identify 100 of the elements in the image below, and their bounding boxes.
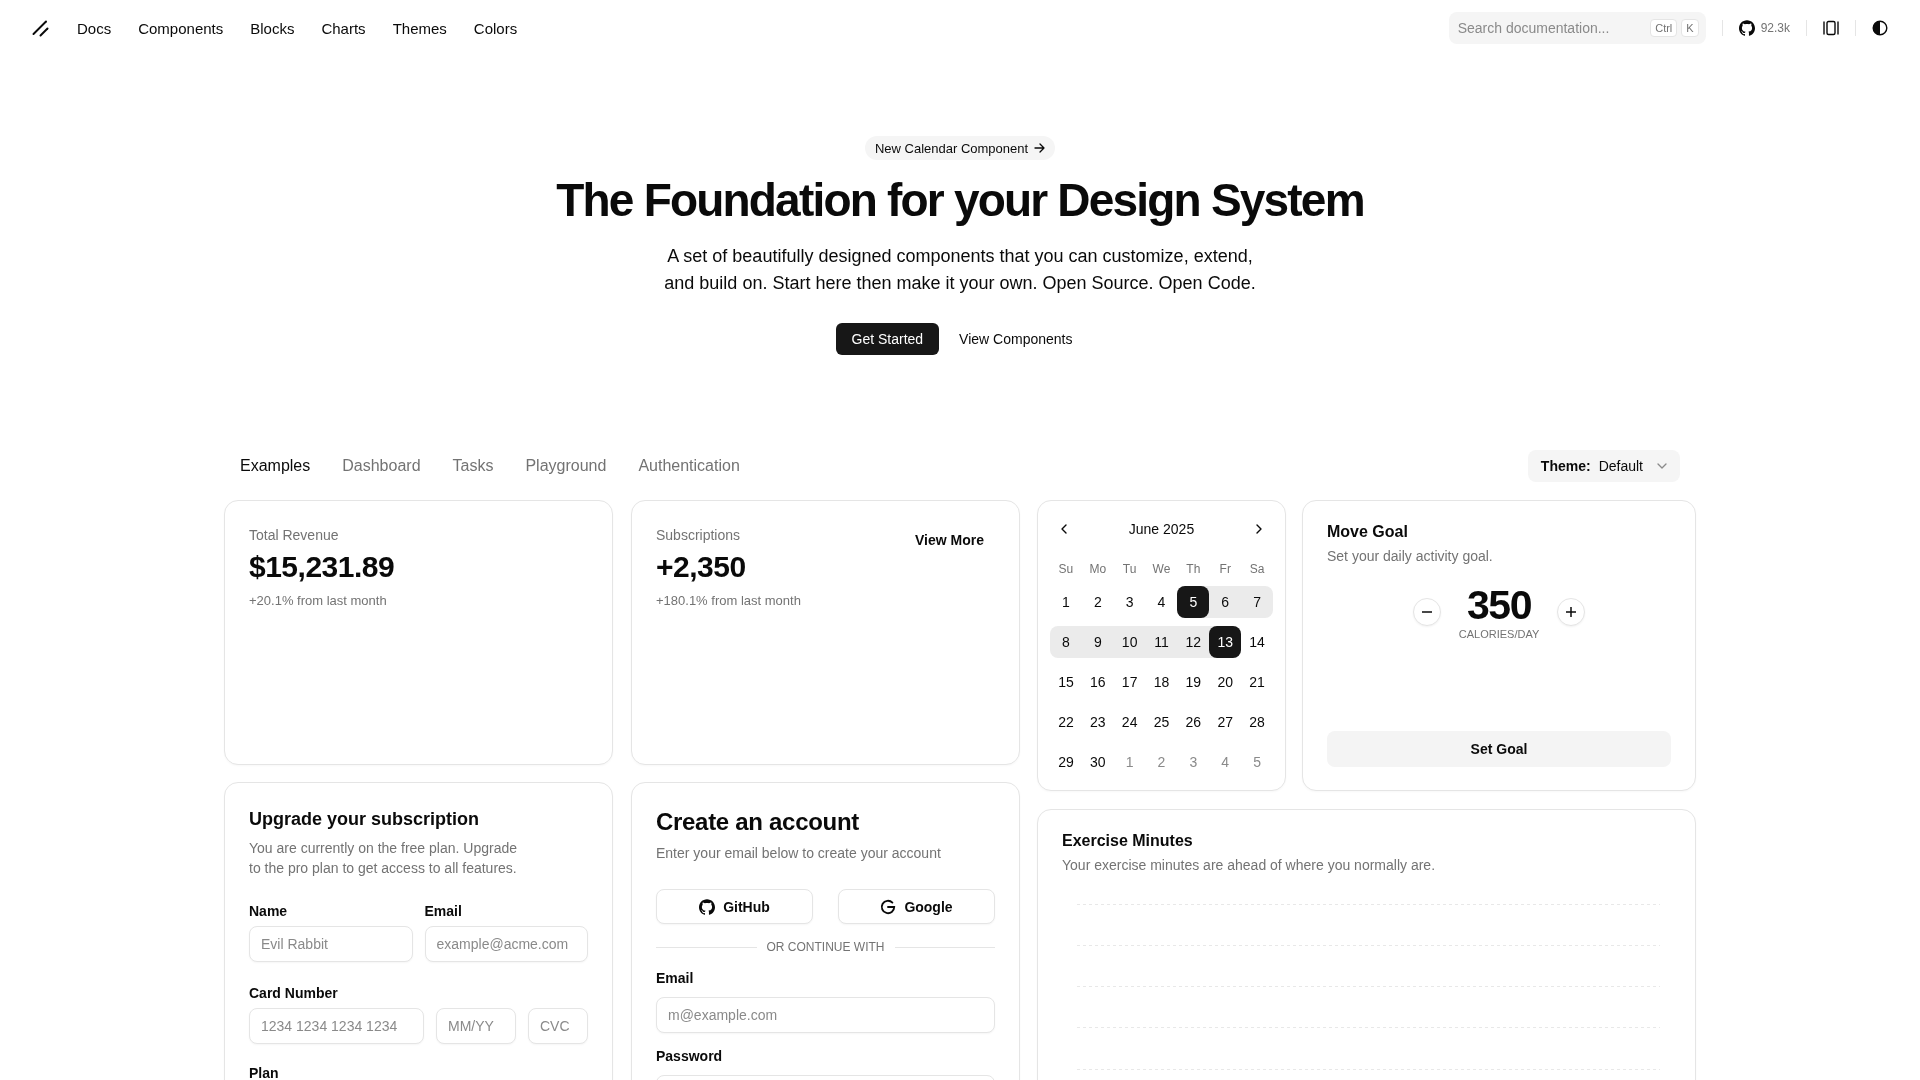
calendar-day[interactable]: 25 (1145, 706, 1178, 738)
google-button[interactable]: Google (838, 889, 995, 924)
chevron-down-icon (1657, 463, 1667, 469)
calendar-day[interactable]: 14 (1241, 626, 1273, 658)
view-components-button[interactable]: View Components (947, 323, 1085, 355)
tab[interactable]: Authentication (622, 451, 756, 481)
card-description: Enter your email below to create your account (656, 844, 942, 863)
input-field[interactable]: example@acme.com (424, 926, 588, 962)
tab[interactable]: Tasks (436, 451, 510, 481)
goal-unit: CALORIES/DAY (1458, 627, 1540, 641)
stat-value: $15,231.89 (249, 549, 396, 585)
shortcut-key: K (1681, 19, 1699, 37)
theme-select[interactable]: Theme: Default (1527, 450, 1680, 482)
slashes-logo-icon[interactable] (32, 19, 49, 37)
get-started-button[interactable]: Get Started (835, 323, 940, 355)
calendar-day[interactable]: 3 (1113, 586, 1146, 618)
hero-title: The Foundation for your Design System (556, 175, 1364, 226)
calendar-day[interactable]: 5 (1241, 746, 1273, 778)
shortcut-key: Ctrl (1650, 19, 1678, 37)
google-icon (880, 898, 897, 915)
calendar-day[interactable]: 9 (1081, 626, 1114, 658)
calendar-day[interactable]: 13 (1209, 626, 1242, 658)
field-label: Password (656, 1047, 723, 1066)
calendar-day[interactable]: 10 (1113, 626, 1146, 658)
weekday-label: Su (1058, 561, 1074, 578)
calendar-day[interactable]: 8 (1050, 626, 1082, 658)
calendar-day[interactable]: 15 (1050, 666, 1082, 698)
input-field[interactable]: MM/YY (436, 1008, 516, 1044)
panel-layout-icon (1823, 20, 1839, 36)
calendar-day[interactable]: 17 (1113, 666, 1146, 698)
increase-button[interactable] (1557, 598, 1585, 626)
calendar-day[interactable]: 2 (1145, 746, 1178, 778)
input-field[interactable]: CVC (528, 1008, 588, 1044)
tab[interactable]: Playground (509, 451, 623, 481)
announcement-link[interactable]: New Calendar Component (864, 136, 1056, 160)
set-goal-button[interactable]: Set Goal (1327, 731, 1671, 767)
calendar-day[interactable]: 11 (1145, 626, 1178, 658)
calendar-day[interactable]: 20 (1209, 666, 1242, 698)
tab[interactable]: Examples (224, 451, 327, 481)
stat-change: +180.1% from last month (656, 592, 801, 610)
weekday-label: We (1152, 561, 1171, 578)
field-label: Card Number (249, 984, 338, 1003)
card-title: Create an account (656, 807, 860, 837)
nav-link[interactable]: Components (130, 15, 232, 41)
card-title: Move Goal (1327, 522, 1409, 542)
calendar-day[interactable]: 21 (1241, 666, 1273, 698)
input-field[interactable]: Evil Rabbit (249, 926, 413, 962)
divider-label: OR CONTINUE WITH (766, 939, 885, 955)
view-more-button[interactable]: View More (903, 524, 996, 556)
calendar-day[interactable]: 12 (1177, 626, 1210, 658)
calendar-month: June 2025 (1128, 521, 1195, 537)
field-label: Email (656, 969, 694, 988)
calendar-day[interactable]: 4 (1145, 586, 1178, 618)
stat-value: +2,350 (656, 549, 747, 585)
calendar-day[interactable]: 27 (1209, 706, 1242, 738)
weekday-label: Th (1186, 561, 1201, 578)
card-title: Exercise Minutes (1062, 831, 1194, 851)
field-label: Name (249, 902, 288, 921)
stat-label: Total Revenue (249, 526, 340, 545)
stat-label: Subscriptions (656, 526, 742, 545)
stat-change: +20.1% from last month (249, 592, 388, 610)
calendar-day[interactable]: 24 (1113, 706, 1146, 738)
calendar-day[interactable]: 7 (1241, 586, 1273, 618)
nav-link[interactable]: Colors (465, 15, 526, 41)
nav-link[interactable]: Charts (313, 15, 374, 41)
calendar-day[interactable]: 29 (1050, 746, 1082, 778)
decrease-button[interactable] (1413, 598, 1441, 626)
github-stars-link[interactable]: 92.3k (1730, 14, 1798, 42)
field-label: Email (424, 902, 462, 921)
calendar-day[interactable]: 5 (1177, 586, 1210, 618)
tab[interactable]: Dashboard (326, 451, 437, 481)
calendar-day[interactable]: 3 (1177, 746, 1210, 778)
goal-value: 350 (1467, 583, 1531, 627)
calendar-day[interactable]: 18 (1145, 666, 1178, 698)
chevron-left-icon (1061, 524, 1067, 534)
arrow-right-icon (1034, 143, 1046, 153)
calendar-day[interactable]: 4 (1209, 746, 1242, 778)
field-label: Plan (249, 1065, 279, 1080)
nav-link[interactable]: Docs (69, 15, 120, 41)
calendar-day[interactable]: 16 (1081, 666, 1114, 698)
hero-subtitle: A set of beautifully designed components that you can customize, extend, and build on. Start here then make it your own. Open Source. Open Code. (663, 245, 1257, 295)
input-field[interactable]: m@example.com (656, 997, 995, 1033)
calendar-day[interactable]: 19 (1177, 666, 1210, 698)
calendar-day[interactable]: 28 (1241, 706, 1273, 738)
calendar-day[interactable]: 1 (1050, 586, 1082, 618)
calendar-day[interactable]: 30 (1081, 746, 1114, 778)
github-icon (699, 898, 716, 915)
minus-icon (1422, 611, 1432, 613)
github-icon (1738, 20, 1755, 36)
nav-link[interactable]: Blocks (242, 15, 303, 41)
calendar-day[interactable]: 23 (1081, 706, 1114, 738)
nav-link[interactable]: Themes (384, 15, 455, 41)
calendar-day[interactable]: 26 (1177, 706, 1210, 738)
calendar-day[interactable]: 22 (1050, 706, 1082, 738)
contrast-icon (1872, 20, 1888, 36)
calendar-day[interactable]: 6 (1209, 586, 1242, 618)
weekday-label: Tu (1122, 561, 1137, 578)
calendar-day[interactable]: 2 (1081, 586, 1114, 618)
input-field[interactable]: 1234 1234 1234 1234 (249, 1008, 424, 1044)
github-button[interactable]: GitHub (656, 889, 813, 924)
